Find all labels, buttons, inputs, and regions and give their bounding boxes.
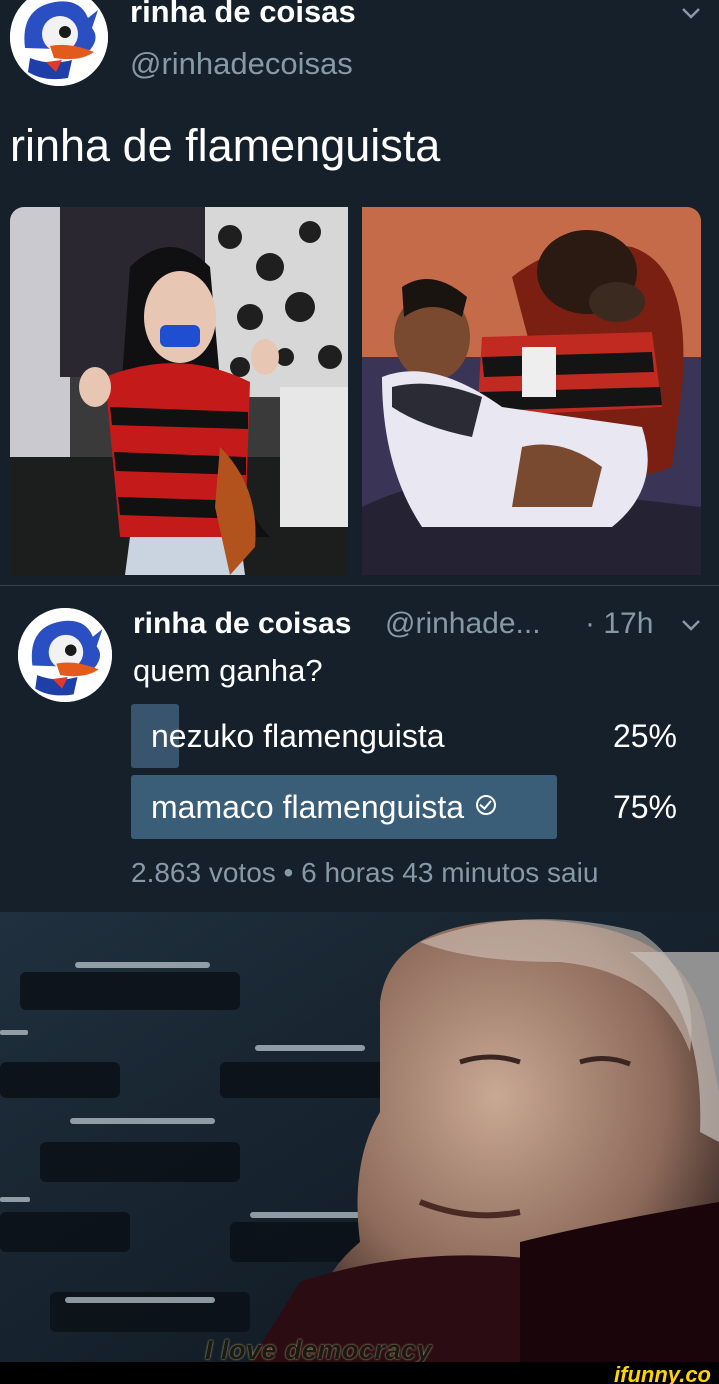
author-name[interactable]: rinha de coisas [130,0,356,30]
poll-timestamp[interactable]: · 17h [585,607,653,641]
poll-author-avatar[interactable] [18,608,112,702]
poll-option-percent: 25% [612,718,677,754]
avatar-mascot-icon [10,0,108,86]
poll-author-handle[interactable]: @rinhade... [385,607,541,641]
checkmark-circle-icon [476,795,497,815]
poll-option-percent: 75% [612,789,677,825]
poll-question: quem ganha? [133,653,323,688]
poll-option: nezuko flamenguista 25% [131,704,691,768]
poll-option-label: nezuko flamenguista [151,718,445,754]
tweet-photo-monkey[interactable] [362,207,701,575]
author-avatar[interactable] [10,0,108,86]
chevron-down-icon[interactable] [680,614,702,636]
tweet-text: rinha de flamenguista [10,120,441,171]
avatar-mascot-icon [18,608,112,702]
meme-image [0,912,719,1362]
watermark-bar [0,1362,719,1384]
ifunny-watermark: ifunny.co [614,1362,711,1384]
tweet-divider [0,585,719,586]
author-handle[interactable]: @rinhadecoisas [130,46,353,82]
poll-option-label: mamaco flamenguista [151,789,465,825]
poll-vote-summary: 2.863 votos • 6 horas 43 minutos saiu [131,857,599,888]
poll-option-label-wrap: mamaco flamenguista [151,789,497,826]
tweet-photo-cosplayer[interactable] [10,207,348,575]
poll-option: mamaco flamenguista 75% [131,775,691,839]
chevron-down-icon[interactable] [680,2,702,24]
poll-author-name[interactable]: rinha de coisas [133,607,351,641]
tweet-card: rinha de coisas @rinhadecoisas rinha de … [0,0,719,580]
